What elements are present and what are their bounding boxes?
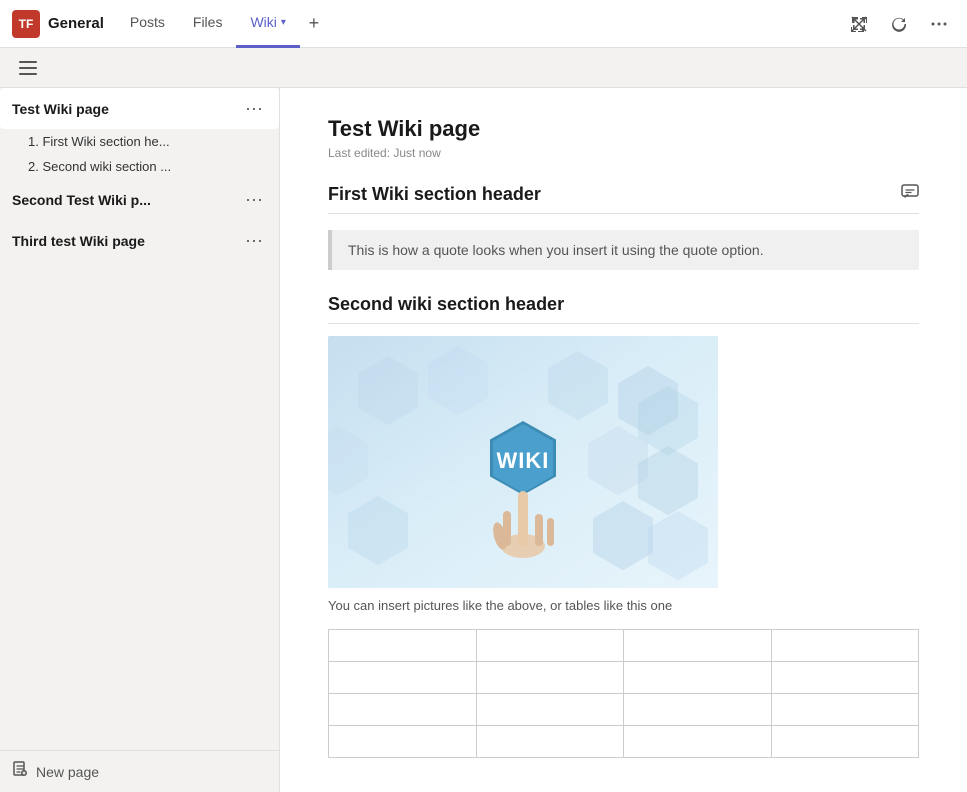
wiki-last-edited: Last edited: Just now: [328, 146, 919, 160]
table-cell[interactable]: [624, 630, 772, 662]
more-icon[interactable]: [923, 8, 955, 40]
section-index: 2.: [28, 159, 39, 174]
sidebar-section-1-2[interactable]: 2. Second wiki section ...: [0, 154, 279, 179]
hex-graphic: WIKI: [328, 336, 718, 588]
sidebar-page-1-title: Test Wiki page: [12, 101, 241, 117]
svg-text:WIKI: WIKI: [497, 448, 550, 473]
sidebar-page-2-more-icon[interactable]: ···: [241, 187, 267, 212]
wiki-section-2-header: Second wiki section header: [328, 294, 919, 324]
wiki-section-1-header: First Wiki section header: [328, 184, 919, 214]
tab-wiki[interactable]: Wiki ▾: [236, 0, 299, 48]
wiki-quote-block: This is how a quote looks when you inser…: [328, 230, 919, 270]
add-tab-button[interactable]: +: [300, 10, 328, 38]
topbar-actions: [843, 8, 955, 40]
table-cell[interactable]: [476, 662, 624, 694]
table-cell[interactable]: [329, 726, 477, 758]
sidebar-page-2-title: Second Test Wiki p...: [12, 192, 241, 208]
section-index: 1.: [28, 134, 39, 149]
section-label: First Wiki section he...: [42, 134, 169, 149]
table-cell[interactable]: [771, 726, 919, 758]
table-row: [329, 630, 919, 662]
table-row: [329, 726, 919, 758]
table-cell[interactable]: [624, 662, 772, 694]
sidebar-page-3[interactable]: Third test Wiki page ···: [0, 220, 279, 261]
refresh-icon[interactable]: [883, 8, 915, 40]
table-cell[interactable]: [329, 662, 477, 694]
wiki-page-title: Test Wiki page: [328, 116, 919, 142]
sub-topbar: [0, 48, 967, 88]
tab-wiki-label: Wiki: [250, 14, 276, 30]
avatar: TF: [12, 10, 40, 38]
new-page-button[interactable]: New page: [0, 750, 279, 792]
new-page-label: New page: [36, 764, 99, 780]
sidebar-page-1[interactable]: Test Wiki page ···: [0, 88, 279, 129]
team-name: General: [48, 15, 104, 32]
table-cell[interactable]: [771, 662, 919, 694]
sidebar-page-2[interactable]: Second Test Wiki p... ···: [0, 179, 279, 220]
main-area: Test Wiki page ··· 1. First Wiki section…: [0, 88, 967, 792]
tab-posts[interactable]: Posts: [116, 0, 179, 48]
comment-icon[interactable]: [901, 184, 919, 205]
table-row: [329, 662, 919, 694]
hamburger-menu-button[interactable]: [14, 54, 42, 82]
expand-icon[interactable]: [843, 8, 875, 40]
wiki-image: WIKI: [328, 336, 718, 588]
table-cell[interactable]: [771, 694, 919, 726]
tab-bar: Posts Files Wiki ▾ +: [116, 0, 835, 48]
table-cell[interactable]: [771, 630, 919, 662]
section-label: Second wiki section ...: [42, 159, 171, 174]
topbar: TF General Posts Files Wiki ▾ +: [0, 0, 967, 48]
table-cell[interactable]: [329, 694, 477, 726]
wiki-section-1-title: First Wiki section header: [328, 184, 541, 205]
table-cell[interactable]: [476, 726, 624, 758]
tab-files[interactable]: Files: [179, 0, 237, 48]
wiki-table: [328, 629, 919, 758]
table-cell[interactable]: [624, 694, 772, 726]
table-cell[interactable]: [476, 694, 624, 726]
new-page-icon: [12, 761, 28, 782]
sidebar-page-3-more-icon[interactable]: ···: [241, 228, 267, 253]
table-cell[interactable]: [329, 630, 477, 662]
wiki-image-caption: You can insert pictures like the above, …: [328, 598, 919, 613]
wiki-content: Test Wiki page Last edited: Just now Fir…: [280, 88, 967, 792]
table-cell[interactable]: [476, 630, 624, 662]
table-cell[interactable]: [624, 726, 772, 758]
sidebar-section-1-1[interactable]: 1. First Wiki section he...: [0, 129, 279, 154]
table-row: [329, 694, 919, 726]
chevron-down-icon: ▾: [281, 17, 286, 28]
sidebar-page-3-title: Third test Wiki page: [12, 233, 241, 249]
sidebar: Test Wiki page ··· 1. First Wiki section…: [0, 88, 280, 792]
sidebar-page-1-more-icon[interactable]: ···: [241, 96, 267, 121]
